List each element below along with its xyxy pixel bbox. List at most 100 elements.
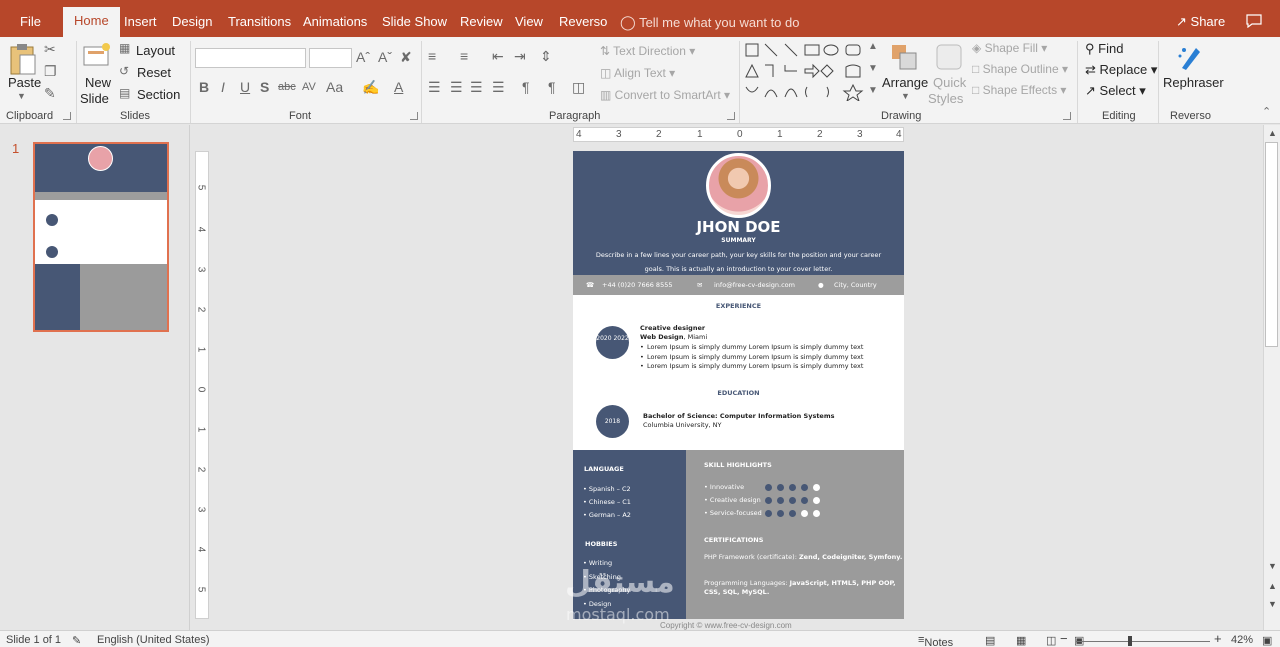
- cut-icon[interactable]: ✂: [44, 41, 56, 58]
- tab-design[interactable]: Design: [172, 8, 212, 37]
- rephraser-button[interactable]: Rephraser: [1163, 75, 1224, 90]
- align-left-icon[interactable]: ☰: [428, 79, 441, 96]
- tab-animations[interactable]: Animations: [303, 8, 367, 37]
- strikethrough-button[interactable]: abc: [278, 81, 296, 93]
- ltr-icon[interactable]: ¶: [548, 79, 556, 95]
- new-slide-button[interactable]: New: [85, 75, 111, 90]
- zoom-out-button[interactable]: −: [1060, 631, 1068, 646]
- layout-button[interactable]: Layout: [136, 43, 175, 58]
- paste-button[interactable]: Paste: [8, 75, 41, 90]
- decrease-indent-icon[interactable]: ⇤: [492, 48, 504, 65]
- hobbies-title: HOBBIES: [585, 540, 618, 548]
- skill-level-dot: [765, 484, 772, 491]
- font-color-button[interactable]: A: [394, 79, 403, 95]
- copy-icon[interactable]: ❐: [44, 63, 57, 80]
- quick-styles-label2[interactable]: Styles: [928, 91, 963, 106]
- shape-outline-button[interactable]: □ Shape Outline ▾: [972, 62, 1068, 76]
- change-case-button[interactable]: Aa: [326, 79, 343, 95]
- comments-icon[interactable]: [1246, 14, 1262, 28]
- slide-thumbnail[interactable]: [33, 142, 169, 332]
- gallery-scroll-down-icon[interactable]: ▼: [868, 63, 878, 74]
- font-size-combo[interactable]: [309, 48, 352, 68]
- justify-icon[interactable]: ☰: [492, 79, 505, 96]
- format-painter-icon[interactable]: ✎: [44, 85, 56, 102]
- reset-button[interactable]: Reset: [137, 65, 171, 80]
- paste-dropdown-icon[interactable]: ▼: [17, 91, 26, 101]
- clear-format-icon[interactable]: ✘: [400, 49, 412, 66]
- tab-review[interactable]: Review: [460, 8, 503, 37]
- slide-canvas[interactable]: JHON DOE SUMMARY Describe in a few lines…: [573, 151, 904, 619]
- scroll-up-icon[interactable]: ▲: [1268, 128, 1277, 138]
- list-item-label: German – A2: [588, 511, 631, 519]
- align-right-icon[interactable]: ☰: [470, 79, 483, 96]
- slide-sorter-icon[interactable]: ▦: [1016, 634, 1026, 647]
- tab-home[interactable]: Home: [63, 7, 120, 37]
- highlight-icon[interactable]: ✍: [362, 79, 379, 96]
- spelling-icon[interactable]: ✎: [72, 634, 81, 647]
- shape-effects-button[interactable]: □ Shape Effects ▾: [972, 83, 1066, 97]
- normal-view-icon[interactable]: ▤: [985, 634, 995, 647]
- clipboard-launcher-icon[interactable]: [63, 112, 71, 120]
- new-slide-label2[interactable]: Slide: [80, 91, 109, 106]
- share-button[interactable]: ↗ Share: [1176, 8, 1225, 37]
- shapes-gallery[interactable]: [743, 41, 879, 101]
- zoom-slider-thumb[interactable]: [1128, 636, 1132, 646]
- find-button[interactable]: ⚲ Find: [1085, 41, 1123, 57]
- separator: [190, 41, 191, 123]
- tab-view[interactable]: View: [515, 8, 543, 37]
- rtl-icon[interactable]: ¶: [522, 79, 530, 95]
- numbering-icon[interactable]: ≡: [460, 48, 468, 64]
- gallery-scroll-up-icon[interactable]: ▲: [868, 41, 878, 52]
- arrange-button[interactable]: Arrange: [882, 75, 928, 90]
- zoom-in-button[interactable]: +: [1214, 631, 1222, 646]
- gallery-more-icon[interactable]: ▼: [868, 85, 878, 96]
- notes-button[interactable]: ≡ Notes: [918, 634, 953, 647]
- font-name-combo[interactable]: [195, 48, 306, 68]
- tab-file[interactable]: File: [20, 8, 41, 37]
- select-button[interactable]: ↗ Select ▾: [1085, 83, 1146, 99]
- scrollbar-thumb[interactable]: [1265, 142, 1278, 347]
- scroll-down-icon[interactable]: ▼: [1268, 561, 1277, 571]
- shadow-button[interactable]: S: [260, 79, 269, 95]
- tell-me-search[interactable]: ◯ Tell me what you want to do: [620, 8, 799, 37]
- tab-insert[interactable]: Insert: [124, 8, 157, 37]
- section-button[interactable]: Section: [137, 87, 180, 102]
- align-center-icon[interactable]: ☰: [450, 79, 463, 96]
- underline-button[interactable]: U: [240, 79, 250, 95]
- align-text-button[interactable]: ◫ Align Text ▾: [600, 66, 675, 80]
- phone-text: +44 (0)20 7666 8555: [602, 281, 673, 289]
- arrange-dropdown-icon[interactable]: ▼: [901, 91, 910, 101]
- line-spacing-icon[interactable]: ⇕: [540, 48, 552, 65]
- lightbulb-icon: ◯: [620, 14, 636, 30]
- tab-reverso[interactable]: Reverso: [559, 8, 607, 37]
- reading-view-icon[interactable]: ◫: [1046, 634, 1056, 647]
- bullets-icon[interactable]: ≡: [428, 48, 436, 64]
- tab-slide-show[interactable]: Slide Show: [382, 8, 447, 37]
- text-direction-button[interactable]: ⇅ Text Direction ▾: [600, 44, 695, 58]
- decrease-font-icon[interactable]: Aˇ: [378, 49, 392, 65]
- previous-slide-icon[interactable]: ▲: [1268, 581, 1277, 591]
- language-status[interactable]: English (United States): [97, 634, 210, 646]
- collapse-ribbon-icon[interactable]: ⌃: [1262, 105, 1271, 118]
- bold-button[interactable]: B: [199, 79, 209, 95]
- tab-transitions[interactable]: Transitions: [228, 8, 291, 37]
- find-icon: ⚲: [1085, 41, 1095, 56]
- location-icon: ●: [818, 281, 824, 289]
- increase-indent-icon[interactable]: ⇥: [514, 48, 526, 65]
- next-slide-icon[interactable]: ▼: [1268, 599, 1277, 609]
- paragraph-launcher-icon[interactable]: [727, 112, 735, 120]
- increase-font-icon[interactable]: Aˆ: [356, 49, 370, 65]
- quick-styles-button[interactable]: Quick: [933, 75, 966, 90]
- character-spacing-button[interactable]: AV: [302, 81, 316, 93]
- convert-smartart-button[interactable]: ▥ Convert to SmartArt ▾: [600, 88, 730, 102]
- thumbnail-slide-number: 1: [12, 141, 20, 156]
- zoom-slider-track[interactable]: [1076, 641, 1210, 642]
- zoom-level[interactable]: 42%: [1231, 634, 1253, 646]
- drawing-launcher-icon[interactable]: [1063, 112, 1071, 120]
- fit-to-window-icon[interactable]: ▣: [1262, 634, 1272, 647]
- columns-icon[interactable]: ◫: [572, 79, 585, 96]
- shape-fill-button[interactable]: ◈ Shape Fill ▾: [972, 41, 1047, 55]
- replace-button[interactable]: ⇄ Replace ▾: [1085, 62, 1157, 78]
- italic-button[interactable]: I: [221, 79, 225, 95]
- font-launcher-icon[interactable]: [410, 112, 418, 120]
